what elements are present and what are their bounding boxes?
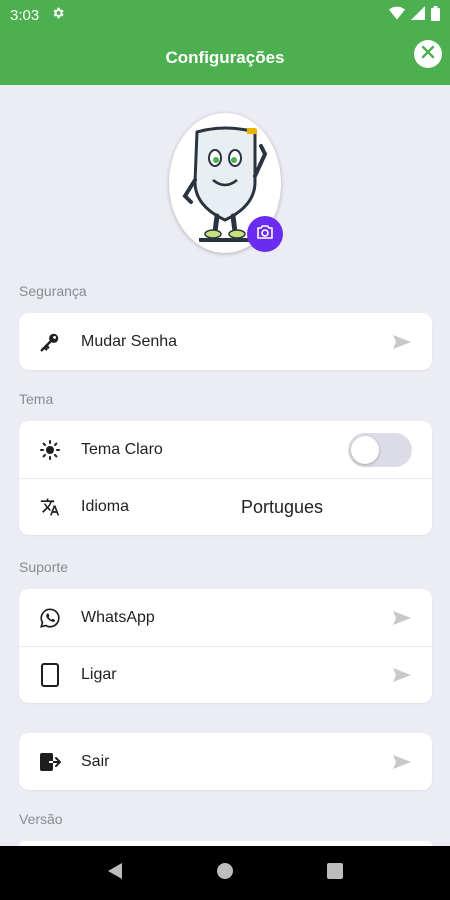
send-arrow-icon bbox=[392, 334, 412, 350]
security-card: Mudar Senha bbox=[19, 313, 432, 370]
logout-item[interactable]: Sair bbox=[19, 733, 432, 790]
change-password-item[interactable]: Mudar Senha bbox=[19, 313, 432, 370]
language-select-value[interactable]: Portugues bbox=[241, 497, 323, 518]
recents-button[interactable] bbox=[326, 862, 344, 885]
logout-card: Sair bbox=[19, 733, 432, 790]
send-arrow-icon bbox=[392, 610, 412, 626]
status-bar: 3:03 bbox=[0, 0, 450, 30]
change-password-label: Mudar Senha bbox=[81, 332, 178, 350]
camera-icon bbox=[256, 224, 274, 245]
wifi-icon bbox=[389, 6, 405, 24]
battery-icon bbox=[431, 5, 440, 25]
whatsapp-item[interactable]: WhatsApp bbox=[19, 589, 432, 646]
toggle-knob bbox=[351, 435, 379, 464]
settings-icon bbox=[51, 6, 65, 24]
close-button[interactable] bbox=[414, 40, 442, 68]
section-title-theme: Tema bbox=[19, 391, 54, 407]
logout-icon bbox=[39, 751, 61, 773]
section-title-version: Versão bbox=[19, 811, 63, 827]
section-title-security: Segurança bbox=[19, 283, 87, 299]
call-label: Ligar bbox=[81, 666, 117, 683]
send-arrow-icon bbox=[392, 667, 412, 683]
page-title: Configurações bbox=[165, 47, 285, 67]
light-theme-item: Tema Claro bbox=[19, 421, 432, 478]
support-card: WhatsApp Ligar bbox=[19, 589, 432, 703]
sun-icon bbox=[39, 439, 61, 461]
tablet-icon bbox=[39, 663, 61, 687]
send-arrow-icon bbox=[392, 754, 412, 770]
whatsapp-label: WhatsApp bbox=[81, 608, 155, 626]
section-title-support: Suporte bbox=[19, 559, 69, 575]
key-icon bbox=[39, 331, 61, 353]
light-theme-toggle[interactable] bbox=[348, 432, 412, 467]
call-item[interactable]: Ligar bbox=[19, 646, 432, 703]
change-photo-button[interactable] bbox=[247, 216, 283, 252]
system-nav-bar bbox=[0, 846, 450, 900]
home-button[interactable] bbox=[216, 862, 234, 885]
theme-card: Tema Claro Idioma Portugues bbox=[19, 421, 432, 535]
language-label: Idioma bbox=[81, 498, 130, 515]
profile-avatar-container bbox=[169, 113, 284, 253]
whatsapp-icon bbox=[39, 607, 61, 629]
light-theme-label: Tema Claro bbox=[81, 440, 163, 458]
translate-icon bbox=[39, 496, 61, 518]
status-time: 3:03 bbox=[10, 6, 40, 24]
back-button[interactable] bbox=[106, 862, 124, 885]
logout-label: Sair bbox=[81, 752, 110, 770]
close-icon bbox=[421, 45, 435, 64]
signal-icon bbox=[411, 6, 425, 24]
app-bar: Configurações bbox=[0, 30, 450, 85]
language-item[interactable]: Idioma Portugues bbox=[19, 478, 432, 535]
